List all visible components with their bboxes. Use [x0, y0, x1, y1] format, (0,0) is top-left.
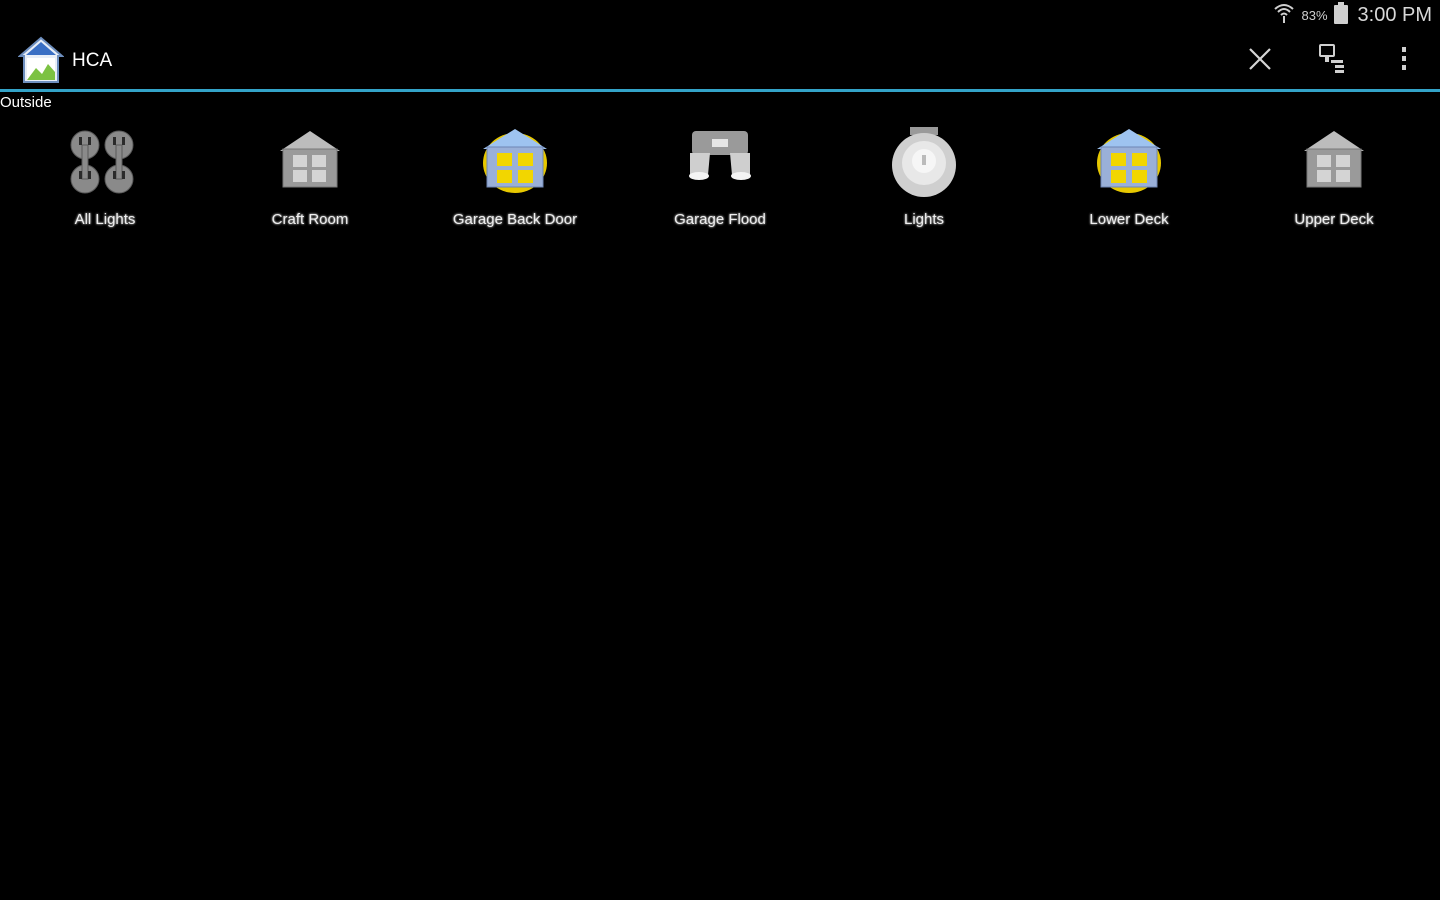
- display-device-icon: [1317, 43, 1347, 80]
- close-button[interactable]: [1240, 42, 1280, 80]
- close-icon: [1247, 46, 1273, 77]
- device-grid: All Lights Craft Room Garage Back Door G…: [0, 125, 1440, 235]
- battery-icon: [1333, 1, 1348, 29]
- app-title: HCA: [72, 50, 113, 71]
- tile-label: Lower Deck: [1089, 211, 1169, 228]
- display-view-button[interactable]: [1312, 42, 1352, 80]
- tile-label: Garage Back Door: [452, 211, 578, 228]
- tile-label: Lights: [903, 211, 945, 228]
- tile-lights[interactable]: Lights: [824, 125, 1024, 233]
- clock: 3:00 PM: [1357, 3, 1432, 26]
- house-on-icon: [1089, 125, 1169, 201]
- battery-percent: 83%: [1301, 7, 1328, 23]
- tile-garage-back-door[interactable]: Garage Back Door: [415, 125, 615, 233]
- action-bar-divider: [0, 89, 1440, 92]
- action-bar: [0, 30, 1440, 88]
- tile-garage-flood[interactable]: Garage Flood: [620, 125, 820, 233]
- section-title: Outside: [0, 94, 52, 111]
- tile-label: Garage Flood: [674, 211, 766, 228]
- status-bar: 83% 3:00 PM: [0, 0, 1440, 30]
- house-on-icon: [475, 125, 555, 201]
- more-vertical-icon: [1400, 45, 1408, 78]
- house-off-icon: [1294, 125, 1374, 201]
- tile-lower-deck[interactable]: Lower Deck: [1029, 125, 1229, 233]
- light-bulb-icon: [884, 125, 964, 201]
- tile-all-lights[interactable]: All Lights: [5, 125, 205, 233]
- hca-house-logo-icon[interactable]: [17, 36, 65, 84]
- status-indicators: 83% 3:00 PM: [1273, 1, 1432, 29]
- house-off-icon: [270, 125, 350, 201]
- tile-craft-room[interactable]: Craft Room: [210, 125, 410, 233]
- tile-upper-deck[interactable]: Upper Deck: [1234, 125, 1434, 233]
- outlet-group-icon: [65, 125, 145, 201]
- wifi-icon: [1273, 3, 1295, 28]
- overflow-menu-button[interactable]: [1384, 42, 1424, 80]
- tile-label: Craft Room: [271, 211, 349, 228]
- flood-light-icon: [680, 125, 760, 201]
- tile-label: All Lights: [74, 211, 136, 228]
- tile-label: Upper Deck: [1294, 211, 1374, 228]
